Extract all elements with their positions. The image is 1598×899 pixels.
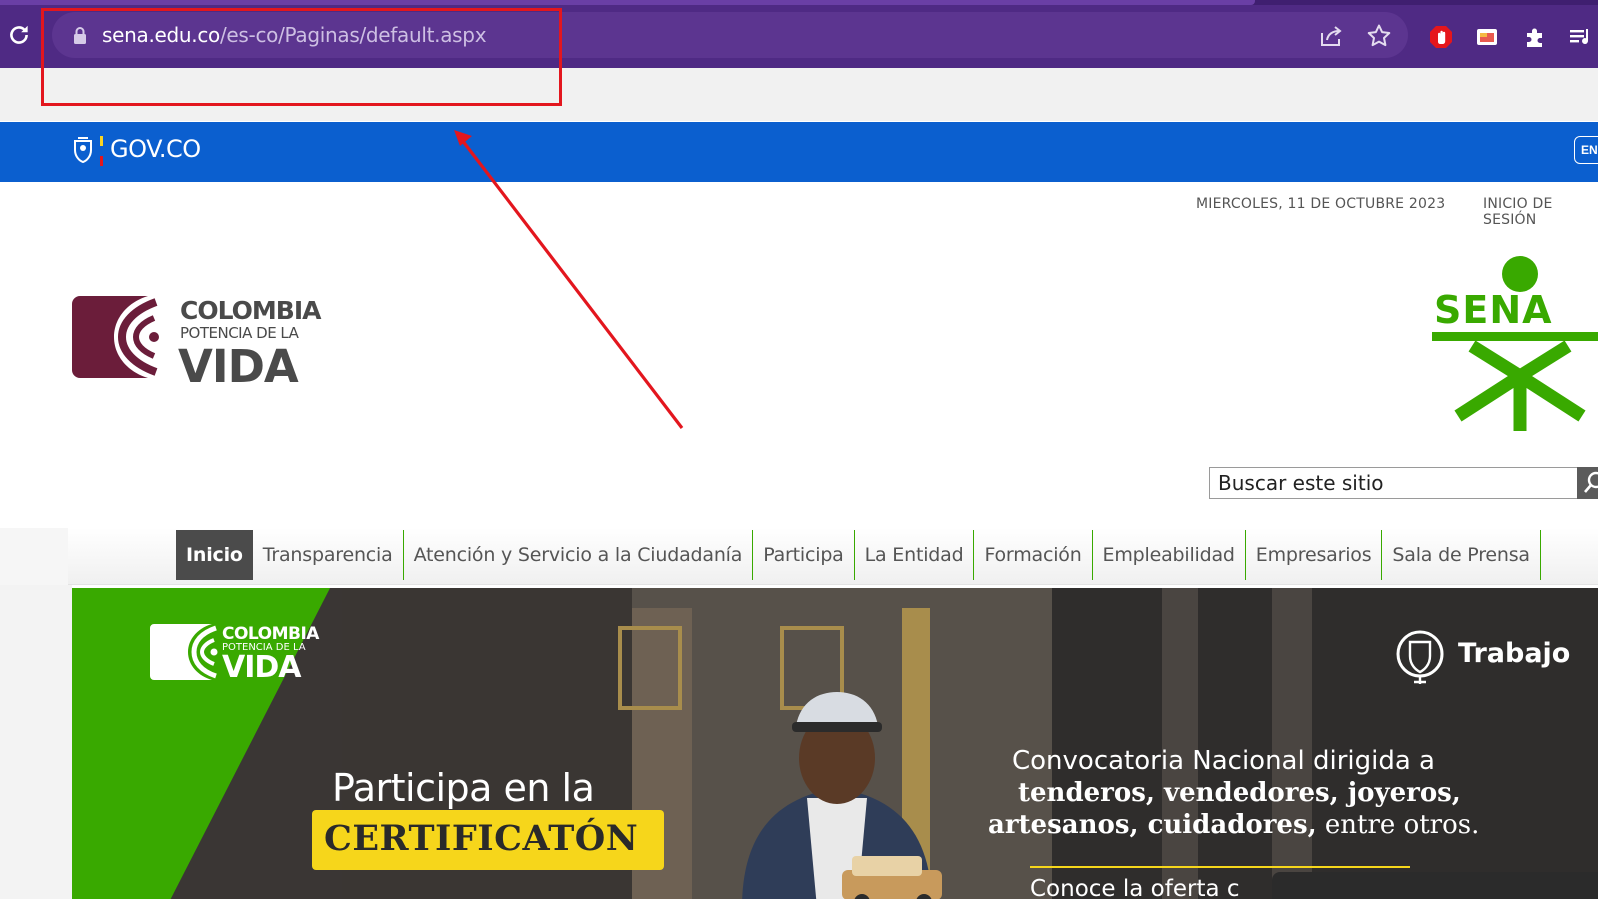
nav-item-la-entidad[interactable]: La Entidad <box>855 530 975 580</box>
search-input[interactable] <box>1210 468 1560 498</box>
star-icon[interactable] <box>1366 23 1392 49</box>
convocatoria-line-3-bold: artesanos, cuidadores, <box>988 810 1317 840</box>
nav-item-participa[interactable]: Participa <box>753 530 855 580</box>
convocatoria-line-3-rest: entre otros. <box>1316 810 1480 840</box>
banner-logo-vida-text: VIDA <box>222 650 301 685</box>
nav-item-formación[interactable]: Formación <box>974 530 1093 580</box>
page: sena.edu.co/es-co/Paginas/default.aspx G… <box>0 0 1598 899</box>
annotation-highlight-box <box>41 8 562 106</box>
nav-item-atención-y-servicio-a-la-ciudadanía[interactable]: Atención y Servicio a la Ciudadanía <box>404 530 754 580</box>
language-button[interactable]: EN <box>1574 136 1598 164</box>
flag-separator <box>100 136 103 166</box>
convocatoria-line-1: Convocatoria Nacional dirigida a <box>1012 746 1435 776</box>
ministry-seal-icon <box>1396 630 1444 684</box>
hero-banner[interactable]: COLOMBIA POTENCIA DE LA VIDA Trabajo Par… <box>72 588 1598 899</box>
nav-item-empresarios[interactable]: Empresarios <box>1246 530 1383 580</box>
convocatoria-divider <box>1030 866 1410 868</box>
nav-item-sala-de-prensa[interactable]: Sala de Prensa <box>1382 530 1541 580</box>
adblock-extension-icon[interactable] <box>1428 24 1454 50</box>
reload-icon[interactable] <box>6 22 32 48</box>
nav-item-transparencia[interactable]: Transparencia <box>253 530 404 580</box>
convocatoria-line-2: tenderos, vendedores, joyeros, <box>1018 778 1461 808</box>
share-icon[interactable] <box>1318 23 1344 49</box>
login-link[interactable]: INICIO DE SESIÓN <box>1483 196 1598 228</box>
cast-extension-icon[interactable] <box>1474 24 1500 50</box>
banner-title: Participa en la <box>332 766 595 810</box>
logo-vida-text: VIDA <box>178 340 299 393</box>
puzzle-extension-icon[interactable] <box>1522 24 1548 50</box>
sena-logo-text: SENA <box>1434 288 1553 332</box>
sena-logo-icon[interactable]: SENA <box>1432 256 1598 431</box>
logo-colombia-text: COLOMBIA <box>180 296 321 325</box>
coat-of-arms-icon <box>74 137 92 164</box>
banner-logo-colombia-text: COLOMBIA <box>222 624 319 644</box>
media-queue-icon[interactable] <box>1568 24 1594 50</box>
current-date: MIERCOLES, 11 DE OCTUBRE 2023 <box>1196 196 1446 212</box>
search-icon[interactable] <box>1577 467 1598 499</box>
gov-co-link[interactable]: GOV.CO <box>110 135 201 163</box>
convocatoria-line-3: artesanos, cuidadores, entre otros. <box>988 810 1479 840</box>
site-search[interactable] <box>1209 467 1579 499</box>
left-gutter <box>0 585 72 899</box>
person-holding-toy-car-image <box>742 692 942 899</box>
gov-co-bar: GOV.CO EN <box>0 122 1598 182</box>
certificaton-badge-text: CERTIFICATÓN <box>324 818 639 859</box>
conoce-oferta-link[interactable]: Conoce la oferta c <box>1030 876 1240 899</box>
main-nav: Inicio Transparencia Atención y Servicio a… <box>176 530 1541 580</box>
active-tab-edge[interactable] <box>0 0 1255 5</box>
nav-left-shade <box>0 528 68 585</box>
taskbar-peek <box>1272 872 1598 899</box>
nav-item-empleabilidad[interactable]: Empleabilidad <box>1093 530 1246 580</box>
nav-item-inicio[interactable]: Inicio <box>176 530 253 580</box>
ministry-name: Trabajo <box>1458 638 1571 669</box>
